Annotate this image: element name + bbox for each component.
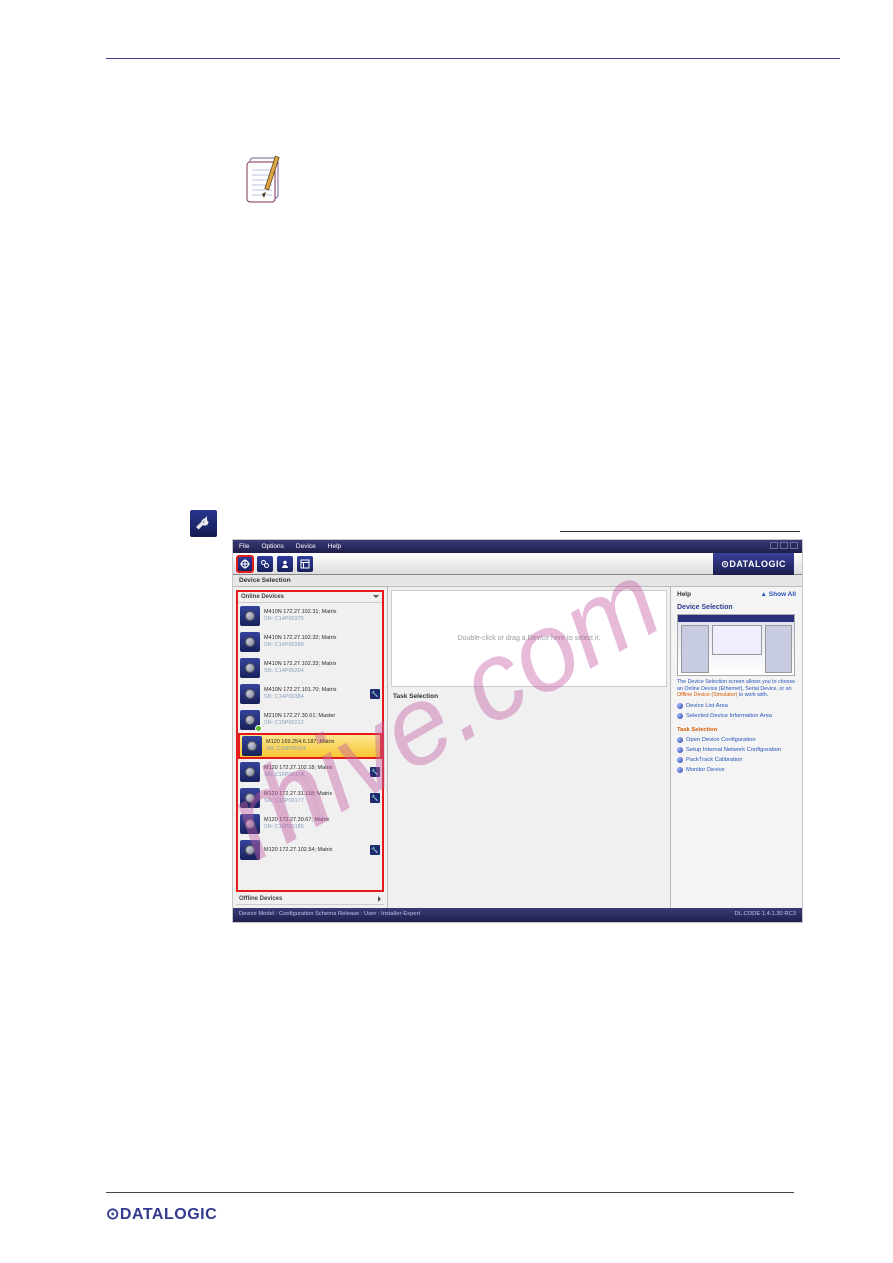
device-list-item[interactable]: M410N 172.27.102.33; MatrixSN: C14P00304 <box>238 655 382 681</box>
task-selection-header: Task Selection <box>391 691 667 702</box>
help-link[interactable]: Setup Internal Network Configuration <box>677 747 796 753</box>
page-footer-rule <box>106 1192 794 1193</box>
device-icon <box>240 684 260 704</box>
device-list-item[interactable]: M120 172.27.102.54; Matrix🔧 <box>238 837 382 863</box>
wrench-icon <box>190 510 217 537</box>
device-label: M120 172.27.30.67; MatrixSN: C16P00185 <box>264 817 380 830</box>
device-list-item[interactable]: M120 172.27.31.118; MatrixSN: C16P00177🔧 <box>238 785 382 811</box>
status-bar: Device Model : Configuration Schema Rele… <box>233 908 802 923</box>
window-minimize-button[interactable] <box>770 542 778 549</box>
help-link[interactable]: Selected Device Information Area <box>677 713 796 719</box>
help-description: The Device Selection screen allows you t… <box>677 679 796 699</box>
app-window: File Options Device Help ⊙DATALOGIC Devi… <box>232 539 803 923</box>
caption-underline <box>560 531 800 532</box>
device-icon <box>240 814 260 834</box>
toolbar-connect-button[interactable] <box>257 556 273 572</box>
device-icon <box>240 710 260 730</box>
device-label: M410N 172.27.102.33; MatrixSN: C14P00304 <box>264 661 380 674</box>
device-label: M410N 172.27.102.31; MatrixSN: C14P00275 <box>264 609 380 622</box>
device-list-panel: Online Devices M410N 172.27.102.31; Matr… <box>233 587 388 908</box>
status-left: Device Model : Configuration Schema Rele… <box>239 911 420 920</box>
device-icon <box>240 788 260 808</box>
offline-devices-header[interactable]: Offline Devices <box>236 894 384 905</box>
help-label: Help <box>677 591 691 598</box>
wrench-icon[interactable]: 🔧 <box>370 793 380 803</box>
online-devices-list: Online Devices M410N 172.27.102.31; Matr… <box>236 590 384 892</box>
center-panel: Double-click or drag a Device here to se… <box>388 587 670 908</box>
device-label: M120 169.254.6.187; MatrixSN: C16P00104 <box>266 739 378 752</box>
help-header: Help ▲ Show All <box>677 591 796 598</box>
help-section-tasks: Task Selection <box>677 727 796 733</box>
note-icon <box>244 154 288 206</box>
device-icon <box>240 632 260 652</box>
menu-file[interactable]: File <box>239 543 249 550</box>
wrench-icon[interactable]: 🔧 <box>370 689 380 699</box>
brand-logo: ⊙DATALOGIC <box>713 553 794 575</box>
device-icon <box>240 762 260 782</box>
device-icon <box>240 658 260 678</box>
device-dropzone[interactable]: Double-click or drag a Device here to se… <box>391 590 667 687</box>
menu-device[interactable]: Device <box>296 543 316 550</box>
bullet-icon <box>677 767 683 773</box>
wrench-icon[interactable]: 🔧 <box>370 845 380 855</box>
device-label: M210N 172.27.30.61; MasterSN: C15P00212 <box>264 713 380 726</box>
bullet-icon <box>677 737 683 743</box>
help-link[interactable]: Device List Area <box>677 703 796 709</box>
online-badge-icon <box>255 725 262 732</box>
menu-help[interactable]: Help <box>328 543 341 550</box>
main-area: Online Devices M410N 172.27.102.31; Matr… <box>233 587 802 908</box>
toolbar: ⊙DATALOGIC <box>233 553 802 575</box>
window-maximize-button[interactable] <box>780 542 788 549</box>
help-link[interactable]: PackTrack Calibration <box>677 757 796 763</box>
device-label: M120 172.27.31.118; MatrixSN: C16P00177 <box>264 791 370 804</box>
device-list-item[interactable]: M210N 172.27.30.61; MasterSN: C15P00212 <box>238 707 382 733</box>
device-list-item[interactable]: M410N 172.27.102.31; MatrixSN: C14P00275 <box>238 603 382 629</box>
device-icon <box>240 606 260 626</box>
footer-logo: ⊙DATALOGIC <box>106 1204 217 1224</box>
status-right: DL.CODE 1.4.1.30 RC3 <box>734 911 796 920</box>
help-link[interactable]: Monitor Device <box>677 767 796 773</box>
toolbar-layout-button[interactable] <box>297 556 313 572</box>
device-label: M120 172.27.102.18; MatrixSN: C16P0017A <box>264 765 370 778</box>
wrench-icon[interactable]: 🔧 <box>370 767 380 777</box>
bullet-icon <box>677 703 683 709</box>
help-title: Device Selection <box>677 604 796 611</box>
bullet-icon <box>677 713 683 719</box>
device-label: M410N 172.27.101.70; MatrixSN: C14P00384 <box>264 687 370 700</box>
device-list-item[interactable]: M120 172.27.102.18; MatrixSN: C16P0017A🔧 <box>238 759 382 785</box>
menu-options[interactable]: Options <box>261 543 283 550</box>
show-all-link[interactable]: ▲ Show All <box>761 591 796 598</box>
page-header-rule <box>106 58 840 59</box>
toolbar-target-button[interactable] <box>237 556 253 572</box>
panel-title: Device Selection <box>233 575 802 587</box>
device-icon <box>242 736 262 756</box>
online-devices-header[interactable]: Online Devices <box>238 592 382 603</box>
device-list-item[interactable]: M120 172.27.30.67; MatrixSN: C16P00185 <box>238 811 382 837</box>
device-list-item[interactable]: M120 169.254.6.187; MatrixSN: C16P00104 <box>238 733 382 759</box>
device-icon <box>240 840 260 860</box>
help-panel: Help ▲ Show All Device Selection The Dev… <box>670 587 802 908</box>
device-list-item[interactable]: M410N 172.27.101.70; MatrixSN: C14P00384… <box>238 681 382 707</box>
menubar: File Options Device Help <box>233 540 802 553</box>
bullet-icon <box>677 757 683 763</box>
window-close-button[interactable] <box>790 542 798 549</box>
toolbar-user-button[interactable] <box>277 556 293 572</box>
bullet-icon <box>677 747 683 753</box>
device-list-item[interactable]: M410N 172.27.102.32; MatrixSN: C14P00288 <box>238 629 382 655</box>
help-thumbnail <box>677 614 795 676</box>
help-link[interactable]: Open Device Configuration <box>677 737 796 743</box>
device-label: M120 172.27.102.54; Matrix <box>264 847 370 854</box>
device-label: M410N 172.27.102.32; MatrixSN: C14P00288 <box>264 635 380 648</box>
